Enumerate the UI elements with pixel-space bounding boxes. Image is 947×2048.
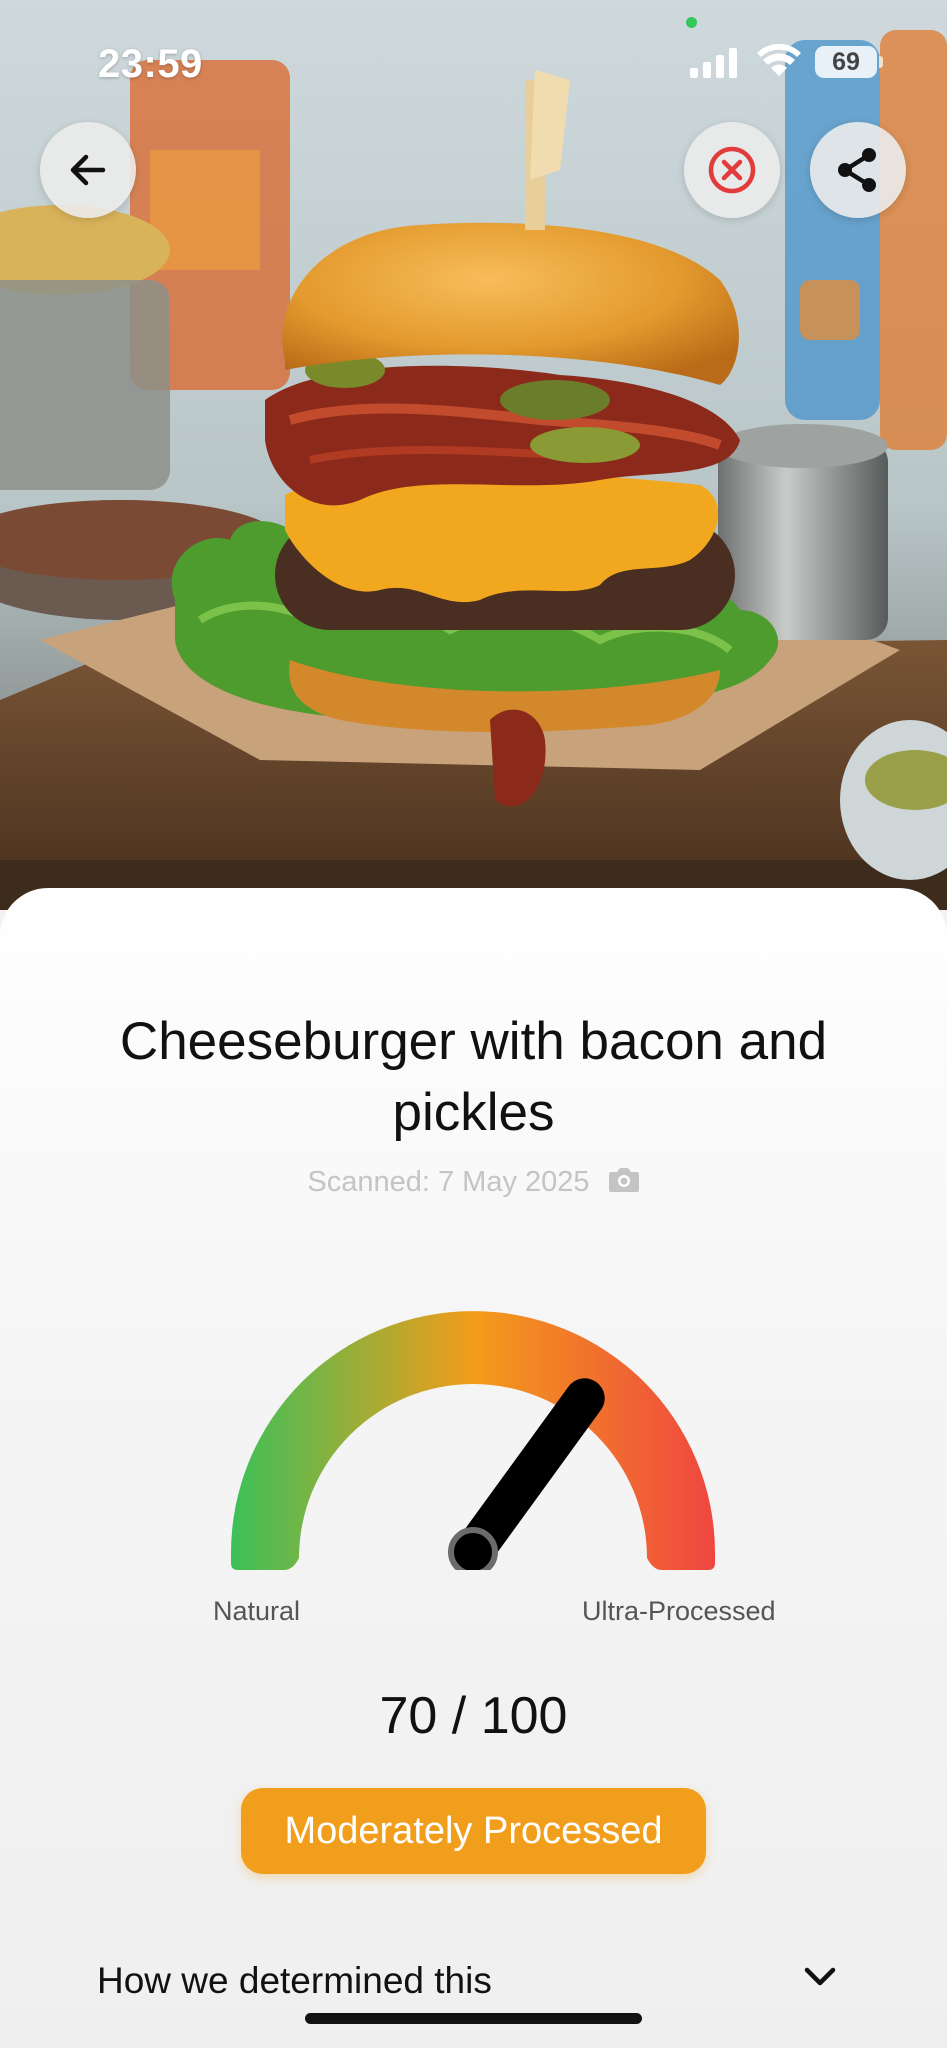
back-button[interactable] bbox=[40, 122, 136, 218]
circle-x-icon bbox=[708, 146, 756, 194]
home-indicator bbox=[305, 2013, 642, 2024]
gauge-needle-hub bbox=[448, 1527, 498, 1570]
status-bar: 23:59 69 bbox=[0, 0, 947, 110]
processing-score: 70 / 100 bbox=[379, 1687, 568, 1745]
scanned-label: Scanned: 7 May 2025 bbox=[307, 1166, 590, 1198]
battery-tip bbox=[879, 56, 883, 68]
remove-scan-button[interactable] bbox=[684, 122, 780, 218]
how-we-determined-toggle[interactable]: How we determined this bbox=[97, 1950, 837, 2014]
share-button[interactable] bbox=[810, 122, 906, 218]
camera-indicator-dot bbox=[686, 17, 697, 28]
gauge-label-ultra-processed: Ultra-Processed bbox=[582, 1596, 776, 1626]
status-time: 23:59 bbox=[98, 42, 203, 86]
battery-icon: 69 bbox=[815, 46, 877, 78]
how-we-determined-label: How we determined this bbox=[97, 1960, 492, 2001]
chevron-down-icon bbox=[803, 1964, 837, 1993]
arrow-left-icon bbox=[70, 154, 106, 186]
processing-gauge bbox=[231, 1311, 715, 1570]
gauge-needle bbox=[453, 1378, 605, 1570]
product-title: Cheeseburger with bacon and pickles bbox=[119, 1012, 828, 1142]
classification-badge: Moderately Processed bbox=[241, 1788, 706, 1874]
share-icon bbox=[838, 148, 876, 192]
camera-icon bbox=[608, 1167, 640, 1201]
scanned-date: Scanned: 7 May 2025 bbox=[0, 1166, 947, 1201]
product-photo bbox=[0, 0, 947, 910]
gauge-label-natural: Natural bbox=[213, 1596, 301, 1626]
wifi-icon bbox=[757, 43, 801, 83]
details-sheet: Cheeseburger with bacon and pickles Scan… bbox=[0, 888, 947, 2048]
cellular-signal-icon bbox=[690, 48, 740, 83]
